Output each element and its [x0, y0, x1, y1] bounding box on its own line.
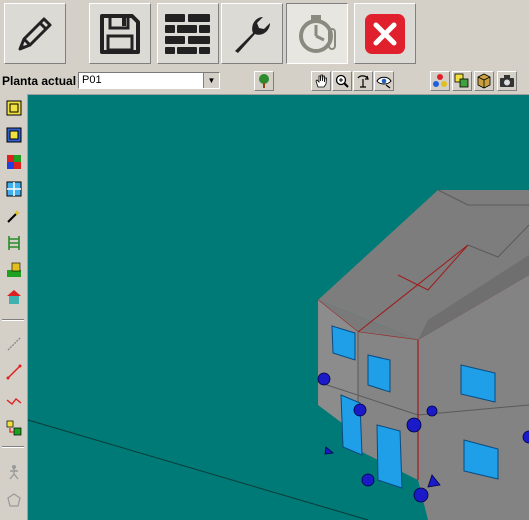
room-tool-button[interactable]	[4, 125, 23, 144]
ladder-tool-button[interactable]	[4, 233, 23, 252]
main-toolbar	[0, 0, 529, 69]
settings-button[interactable]	[221, 3, 283, 64]
floor-select[interactable]: P01 ▼	[78, 72, 220, 89]
layers-icon	[454, 73, 469, 88]
window-tool-button[interactable]	[4, 179, 23, 198]
settings-wrench-icon	[235, 16, 270, 53]
terrain-tool-button[interactable]	[4, 260, 23, 279]
hand-pan-icon	[315, 74, 327, 88]
line-icon	[7, 337, 20, 350]
house-tool-button[interactable]	[4, 287, 23, 306]
layers-button[interactable]	[452, 71, 472, 91]
camera-button[interactable]	[497, 71, 517, 91]
red-line-icon	[6, 364, 21, 379]
toolbar-separator	[2, 446, 24, 448]
wand-tool-button[interactable]	[4, 206, 23, 225]
polyline-tool-button[interactable]	[4, 390, 23, 409]
line-tool-button[interactable]	[4, 334, 23, 353]
red-line-tool-button[interactable]	[4, 362, 23, 381]
person-tool-button[interactable]	[4, 462, 23, 481]
3d-box-icon	[477, 73, 491, 89]
person-icon	[8, 464, 19, 479]
rotate-icon	[357, 75, 369, 88]
colored-blocks-icon	[6, 154, 21, 169]
objects-icon	[6, 420, 21, 435]
zoom-icon	[335, 74, 349, 88]
camera-icon	[500, 75, 514, 87]
rotate-button[interactable]	[353, 71, 373, 91]
walls-button[interactable]	[157, 3, 219, 64]
color-points-icon	[433, 74, 447, 87]
close-red-x-icon	[365, 13, 405, 54]
chevron-down-icon[interactable]: ▼	[203, 73, 219, 88]
left-toolbar	[0, 94, 28, 520]
house-icon	[6, 289, 21, 304]
walls-brick-icon	[165, 13, 210, 54]
floor-select-value: P01	[82, 74, 102, 86]
objects-tool-button[interactable]	[4, 418, 23, 437]
color-points-button[interactable]	[430, 71, 450, 91]
view-button[interactable]	[374, 71, 394, 91]
pan-button[interactable]	[311, 71, 331, 91]
close-button[interactable]	[354, 3, 416, 64]
wall-tool-button[interactable]	[4, 98, 23, 117]
window-grid-icon	[6, 181, 21, 196]
blocks-tool-button[interactable]	[4, 152, 23, 171]
toolbar-separator	[2, 319, 24, 321]
timer-button[interactable]	[286, 3, 348, 64]
polyline-icon	[6, 397, 21, 405]
edit-button[interactable]	[4, 3, 66, 64]
current-floor-label: Planta actual	[2, 74, 77, 88]
save-button[interactable]	[89, 3, 151, 64]
magic-wand-icon	[6, 209, 20, 223]
floor-toolbar: Planta actual P01 ▼	[0, 68, 529, 95]
save-floppy-icon	[100, 13, 140, 54]
tree-icon	[259, 74, 269, 88]
room-square-icon	[6, 127, 21, 142]
timer-thermometer-icon	[299, 14, 336, 53]
terrain-icon	[6, 262, 21, 277]
polygon-tool-button[interactable]	[4, 490, 23, 509]
polygon-icon	[6, 492, 21, 507]
eye-view-icon	[376, 76, 392, 89]
building-3d-render	[28, 189, 529, 520]
edit-pencil-icon	[18, 17, 52, 50]
3d-box-button[interactable]	[474, 71, 494, 91]
zoom-button[interactable]	[332, 71, 352, 91]
tree-button[interactable]	[254, 71, 274, 91]
3d-viewport[interactable]	[28, 95, 529, 520]
wall-square-icon	[6, 100, 21, 115]
ladder-icon	[7, 235, 20, 250]
